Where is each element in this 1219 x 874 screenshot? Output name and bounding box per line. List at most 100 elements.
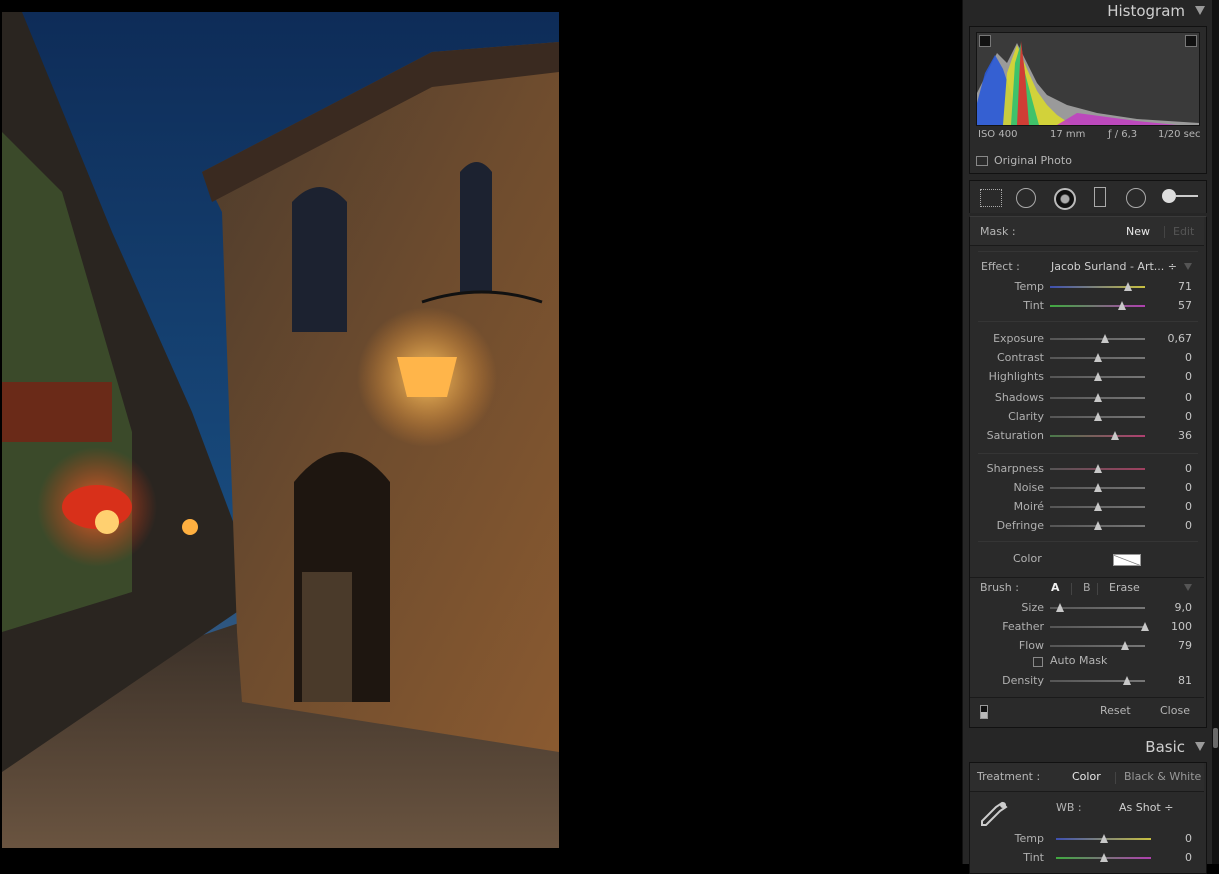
slider-moir-[interactable]: Moiré 0 — [970, 499, 1206, 515]
slider-knob[interactable] — [1093, 521, 1102, 530]
treatment-color-button[interactable]: Color — [1072, 770, 1101, 783]
brush-a-tab[interactable]: A — [1051, 581, 1060, 594]
slider-density[interactable]: Density 81 — [970, 673, 1206, 689]
slider-track[interactable] — [1050, 502, 1145, 511]
slider-track[interactable] — [1050, 521, 1145, 530]
slider-track[interactable] — [1050, 372, 1145, 381]
slider-value[interactable]: 0 — [1185, 851, 1192, 864]
slider-flow[interactable]: Flow 79 — [970, 638, 1206, 654]
slider-knob[interactable] — [1099, 834, 1108, 843]
slider-knob[interactable] — [1093, 502, 1102, 511]
slider-track[interactable] — [1050, 282, 1145, 291]
auto-mask-checkbox[interactable] — [1033, 657, 1043, 667]
panel-scrollbar[interactable] — [1212, 0, 1219, 864]
slider-feather[interactable]: Feather 100 — [970, 619, 1206, 635]
slider-knob[interactable] — [1055, 603, 1064, 612]
slider-size[interactable]: Size 9,0 — [970, 600, 1206, 616]
effect-collapse-icon[interactable] — [1184, 263, 1192, 270]
slider-value[interactable]: 79 — [1178, 639, 1192, 652]
slider-knob[interactable] — [1141, 622, 1149, 631]
slider-track[interactable] — [1050, 676, 1145, 685]
histogram-header[interactable]: Histogram — [963, 0, 1213, 24]
slider-value[interactable]: 0 — [1185, 410, 1192, 423]
mask-new-button[interactable]: New — [1126, 225, 1150, 238]
slider-knob[interactable] — [1101, 334, 1110, 343]
slider-value[interactable]: 0 — [1185, 391, 1192, 404]
slider-track[interactable] — [1050, 334, 1145, 343]
photo-canvas[interactable] — [2, 12, 559, 848]
slider-track[interactable] — [1050, 622, 1149, 631]
basic-collapse-triangle-icon[interactable] — [1195, 742, 1205, 751]
slider-knob[interactable] — [1093, 412, 1102, 421]
slider-clarity[interactable]: Clarity 0 — [970, 409, 1206, 425]
basic-header[interactable]: Basic — [963, 736, 1213, 760]
slider-knob[interactable] — [1093, 464, 1102, 473]
slider-temp[interactable]: Temp 0 — [970, 831, 1206, 847]
slider-knob[interactable] — [1118, 301, 1127, 310]
adjustment-brush-icon[interactable] — [1162, 189, 1176, 203]
slider-value[interactable]: 0,67 — [1168, 332, 1193, 345]
slider-sharpness[interactable]: Sharpness 0 — [970, 461, 1206, 477]
slider-highlights[interactable]: Highlights 0 — [970, 369, 1206, 385]
slider-track[interactable] — [1050, 412, 1145, 421]
slider-track[interactable] — [1050, 301, 1145, 310]
wb-dropdown[interactable]: As Shot ÷ — [1119, 801, 1173, 814]
collapse-triangle-icon[interactable] — [1195, 6, 1205, 15]
red-eye-correction-icon[interactable] — [1054, 188, 1076, 210]
slider-track[interactable] — [1050, 464, 1145, 473]
scrollbar-thumb[interactable] — [1213, 728, 1218, 748]
original-photo-checkbox[interactable] — [976, 156, 988, 166]
slider-knob[interactable] — [1122, 676, 1131, 685]
graduated-filter-icon[interactable] — [1094, 187, 1106, 207]
slider-value[interactable]: 100 — [1171, 620, 1192, 633]
slider-value[interactable]: 57 — [1178, 299, 1192, 312]
effect-preset-dropdown[interactable]: Jacob Surland - Art... ÷ — [1051, 260, 1177, 273]
slider-value[interactable]: 0 — [1185, 351, 1192, 364]
slider-knob[interactable] — [1110, 431, 1119, 440]
histogram-graph[interactable] — [976, 32, 1200, 126]
slider-tint[interactable]: Tint 57 — [970, 298, 1206, 314]
slider-track[interactable] — [1050, 603, 1145, 612]
brush-collapse-icon[interactable] — [1184, 584, 1192, 591]
slider-track[interactable] — [1050, 641, 1145, 650]
close-button[interactable]: Close — [1160, 704, 1190, 717]
mask-edit-button[interactable]: Edit — [1173, 225, 1194, 238]
show-mask-toggle-icon[interactable] — [980, 705, 988, 719]
slider-value[interactable]: 0 — [1185, 519, 1192, 532]
color-swatch-icon[interactable] — [1113, 554, 1141, 566]
slider-knob[interactable] — [1093, 372, 1102, 381]
slider-value[interactable]: 0 — [1185, 370, 1192, 383]
brush-erase-tab[interactable]: Erase — [1109, 581, 1140, 594]
slider-track[interactable] — [1050, 353, 1145, 362]
slider-value[interactable]: 9,0 — [1175, 601, 1193, 614]
slider-knob[interactable] — [1121, 641, 1130, 650]
slider-track[interactable] — [1050, 393, 1145, 402]
slider-value[interactable]: 0 — [1185, 462, 1192, 475]
brush-b-tab[interactable]: B — [1083, 581, 1091, 594]
slider-knob[interactable] — [1093, 393, 1102, 402]
slider-shadows[interactable]: Shadows 0 — [970, 390, 1206, 406]
slider-track[interactable] — [1056, 853, 1151, 862]
slider-value[interactable]: 0 — [1185, 832, 1192, 845]
shadow-clipping-icon[interactable] — [979, 35, 991, 47]
spot-removal-icon[interactable] — [1016, 188, 1036, 208]
slider-noise[interactable]: Noise 0 — [970, 480, 1206, 496]
slider-saturation[interactable]: Saturation 36 — [970, 428, 1206, 444]
white-balance-eyedropper-icon[interactable] — [978, 799, 1008, 829]
slider-knob[interactable] — [1093, 353, 1102, 362]
slider-track[interactable] — [1056, 834, 1151, 843]
slider-contrast[interactable]: Contrast 0 — [970, 350, 1206, 366]
slider-temp[interactable]: Temp 71 — [970, 279, 1206, 295]
crop-overlay-icon[interactable] — [980, 189, 1002, 207]
slider-knob[interactable] — [1123, 282, 1132, 291]
slider-value[interactable]: 71 — [1178, 280, 1192, 293]
slider-exposure[interactable]: Exposure 0,67 — [970, 331, 1206, 347]
slider-value[interactable]: 81 — [1178, 674, 1192, 687]
slider-knob[interactable] — [1099, 853, 1108, 862]
slider-track[interactable] — [1050, 483, 1145, 492]
slider-knob[interactable] — [1093, 483, 1102, 492]
highlight-clipping-icon[interactable] — [1185, 35, 1197, 47]
radial-filter-icon[interactable] — [1126, 188, 1146, 208]
slider-value[interactable]: 36 — [1178, 429, 1192, 442]
treatment-bw-button[interactable]: Black & White — [1124, 770, 1201, 783]
